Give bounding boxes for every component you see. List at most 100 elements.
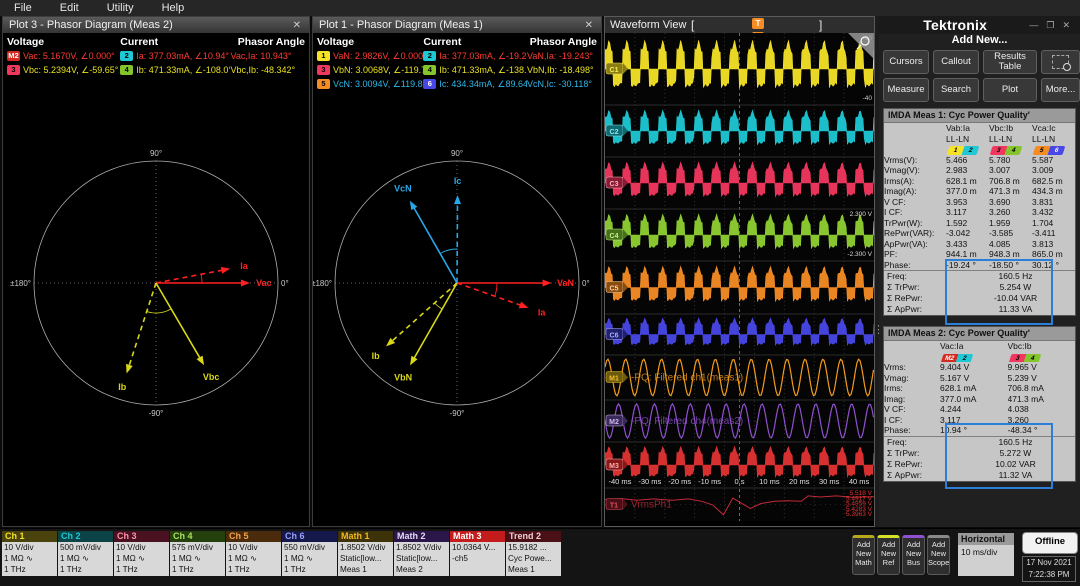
channel-card-trend-2[interactable]: Trend 2 15.9182 ... Cyc Powe... Meas 1 <box>506 531 561 577</box>
time-axis-label: -20 ms <box>668 477 691 486</box>
channel-card-math-2[interactable]: Math 2 1.8502 V/div Static[low... Meas 2 <box>394 531 449 577</box>
measurement-label: Imag: <box>884 393 906 404</box>
expansion-bracket-right[interactable]: ] <box>819 18 822 32</box>
results-table-imda-meas-2[interactable]: IMDA Meas 2: Cyc Power Quality' Vac:Ia Vbc… <box>883 326 1076 482</box>
add-new-bus-button[interactable]: Add New Bus <box>902 535 925 575</box>
channel-badge[interactable]: M2 <box>7 50 20 61</box>
measurement-label: Phase: <box>884 425 911 435</box>
channel-card-math-3[interactable]: Math 3 10.0364 V... -ch5 <box>450 531 505 577</box>
more-button[interactable]: More... <box>1041 78 1080 102</box>
measurement-label: V CF: <box>884 404 906 414</box>
channel-badge: 4 <box>1023 353 1041 362</box>
voltage-value: Vac: 5.1670V, ∠0.000° <box>23 50 115 61</box>
measurement-value: 3.117 <box>946 207 967 217</box>
channel-settings: 15.9182 ... Cyc Powe... Meas 1 <box>506 542 561 576</box>
menu-item-utility[interactable]: Utility <box>93 2 148 14</box>
channel-card-math-1[interactable]: Math 1 1.8502 V/div Static[low... Meas 1 <box>338 531 393 577</box>
summary-value: 160.5 Hz <box>998 271 1033 281</box>
plot-button[interactable]: Plot <box>983 78 1037 102</box>
svg-text:C5: C5 <box>610 286 619 293</box>
trigger-marker-icon[interactable]: T <box>752 18 764 29</box>
callout-button[interactable]: Callout <box>933 50 979 74</box>
svg-text:VbN: VbN <box>394 373 412 383</box>
menu-item-help[interactable]: Help <box>148 2 199 14</box>
measurement-value: 5.167 V <box>940 372 970 383</box>
measurement-value: 3.813 <box>1032 238 1054 249</box>
horizontal-panel[interactable]: Horizontal 10 ms/div <box>958 533 1014 577</box>
measurement-value: 3.260 <box>1007 414 1029 425</box>
svg-text:±180°: ±180° <box>10 279 31 288</box>
add-new-math-button[interactable]: Add New Math <box>852 535 875 575</box>
svg-text:-90°: -90° <box>450 409 465 418</box>
close-icon[interactable]: ✕ <box>1058 20 1074 31</box>
results-cell <box>884 123 946 134</box>
channel-badge[interactable]: 2 <box>423 50 437 61</box>
waveform-titlebar[interactable]: Waveform View [ ] <box>605 17 874 33</box>
measurement-value: -3.411 <box>1032 228 1056 238</box>
results-grid: Vac:Ia Vbc:Ib M2 2 3 4 Vrms: 9.404 V 9.965 V Vmag… <box>884 341 1075 436</box>
measure-button[interactable]: Measure <box>883 78 929 102</box>
channel-setting-line: 1 THz <box>4 565 26 574</box>
time-axis-label: 40 ms <box>849 477 870 486</box>
minimize-icon[interactable]: — <box>1025 20 1042 30</box>
add-new-scope-button[interactable]: Add New Scope <box>927 535 950 575</box>
results-table-button[interactable]: Results Table <box>983 50 1037 74</box>
waveform-view-panel[interactable]: Waveform View [ ] T T C1-20-40C2C3C42.30… <box>604 16 875 527</box>
svg-text:±180°: ±180° <box>313 279 332 288</box>
add-new-ref-button[interactable]: Add New Ref <box>877 535 900 575</box>
measurement-value: 3.009 <box>1032 165 1054 175</box>
measurement-value: 471.3 m <box>989 186 1020 196</box>
channel-card-ch-6[interactable]: Ch 6 550 mV/div 1 MΩ ∿ 1 THz <box>282 531 337 577</box>
channel-badge[interactable]: 2 <box>120 50 134 61</box>
channel-setting-line: 1 MΩ ∿ <box>284 554 313 563</box>
right-sidebar: Tektronix — ❐ ✕ Add New... Cursors Callou… <box>879 16 1080 527</box>
close-icon[interactable]: ✕ <box>583 20 595 31</box>
channel-card-ch-3[interactable]: Ch 3 10 V/div 1 MΩ ∿ 1 THz <box>114 531 169 577</box>
expansion-bracket-left[interactable]: [ <box>691 18 694 32</box>
close-icon[interactable]: ✕ <box>291 20 303 31</box>
channel-setting-line: 1 MΩ ∿ <box>4 554 33 563</box>
readout-row: M2 Vac: 5.1670V, ∠0.000° 2 Ia: 377.03mA, ∠1… <box>3 49 309 63</box>
channel-badge[interactable]: 4 <box>423 64 437 75</box>
svg-text:C1: C1 <box>610 67 619 74</box>
current-readout: 4 Ib: 471.33mA, ∠-108.0° <box>120 64 230 76</box>
measurement-value: 1.592 <box>946 217 968 228</box>
offline-button[interactable]: Offline <box>1022 532 1078 554</box>
channel-card-ch-4[interactable]: Ch 4 575 mV/div 1 MΩ ∿ 1 THz <box>170 531 225 577</box>
plot1-titlebar[interactable]: Plot 1 - Phasor Diagram (Meas 1) ✕ <box>313 17 601 33</box>
area-zoom-button[interactable] <box>1041 50 1080 74</box>
channel-badge[interactable]: 1 <box>317 50 330 61</box>
channel-settings: 10.0364 V... -ch5 <box>450 542 505 576</box>
scope-application: File Edit Utility Help Plot 3 - Phasor Diag… <box>0 0 1080 586</box>
summary-label: Freq: <box>887 271 907 281</box>
summary-label: Σ TrPwr: <box>887 282 920 292</box>
measurement-value: -19.24 ° <box>946 259 976 270</box>
channel-card-ch-5[interactable]: Ch 5 10 V/div 1 MΩ ∿ 1 THz <box>226 531 281 577</box>
waveform-display[interactable]: C1-20-40C2C3C42.300 V-2.300 VC5C6M1-PQ: … <box>605 33 874 526</box>
channel-badge[interactable]: 4 <box>120 64 134 75</box>
svg-text:90°: 90° <box>150 149 162 158</box>
channel-card-ch-1[interactable]: Ch 1 10 V/div 1 MΩ ∿ 1 THz <box>2 531 57 577</box>
channel-badge[interactable]: 3 <box>317 64 330 75</box>
results-table-imda-meas-1[interactable]: IMDA Meas 1: Cyc Power Quality' Vab:Ia Vbc… <box>883 108 1076 316</box>
summary-value: 5.254 W <box>999 282 1032 292</box>
menu-item-edit[interactable]: Edit <box>46 2 93 14</box>
date-label: 17 Nov 2021 <box>1026 558 1072 567</box>
cursors-button[interactable]: Cursors <box>883 50 929 74</box>
search-button[interactable]: Search <box>933 78 979 102</box>
channel-badge[interactable]: 5 <box>317 78 330 89</box>
summary-label: Σ RePwr: <box>887 293 923 303</box>
plot3-titlebar[interactable]: Plot 3 - Phasor Diagram (Meas 2) ✕ <box>3 17 309 33</box>
readout-row: 1 VaN: 2.9826V, ∠0.000° 2 Ia: 377.03mA, ∠-1… <box>313 49 601 63</box>
svg-text:0°: 0° <box>582 279 590 288</box>
measurement-value: 434.3 m <box>1032 186 1063 196</box>
channel-settings: 550 mV/div 1 MΩ ∿ 1 THz <box>282 542 337 576</box>
source-badge-pair: 34 <box>989 144 1032 155</box>
measurement-value: 682.5 m <box>1032 175 1063 186</box>
restore-icon[interactable]: ❐ <box>1042 20 1058 31</box>
menu-item-file[interactable]: File <box>0 2 46 14</box>
channel-badge[interactable]: 6 <box>423 78 437 89</box>
time-label: 7:22:38 PM <box>1028 570 1070 579</box>
channel-card-ch-2[interactable]: Ch 2 500 mV/div 1 MΩ ∿ 1 THz <box>58 531 113 577</box>
channel-badge[interactable]: 3 <box>7 64 20 75</box>
